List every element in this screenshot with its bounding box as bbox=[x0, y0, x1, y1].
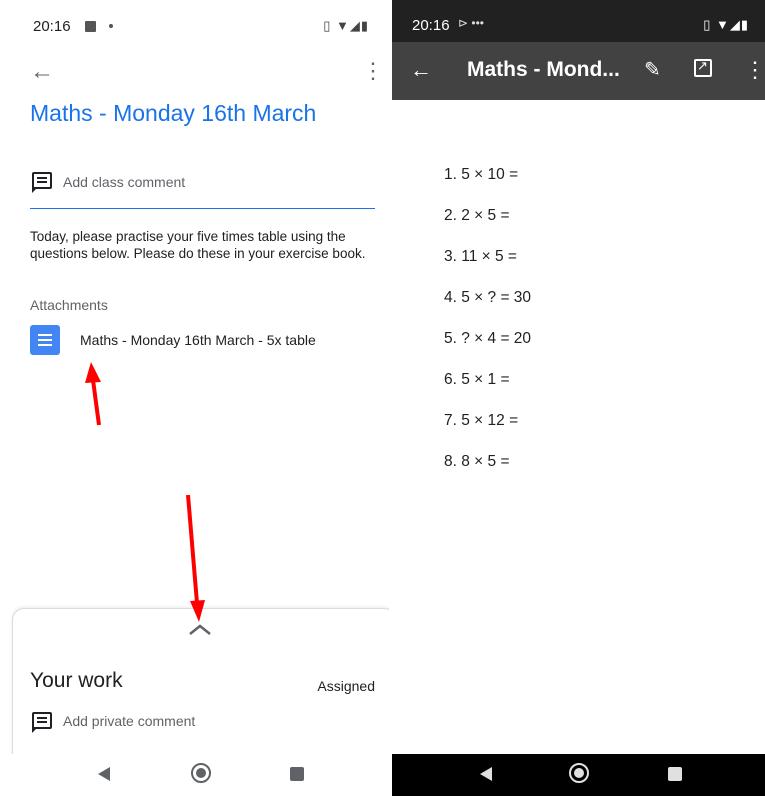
your-work-title: Your work bbox=[30, 669, 123, 692]
chevron-up-icon[interactable] bbox=[189, 623, 211, 635]
system-status-icons: ▯ ▼◢▮ bbox=[703, 17, 749, 32]
nav-recents-icon[interactable] bbox=[668, 767, 682, 781]
question-item: 7. 5 × 12 = bbox=[444, 412, 519, 429]
navigation-bar bbox=[0, 754, 389, 796]
assignment-title: Maths - Monday 16th March bbox=[30, 100, 317, 126]
notification-dot-icon bbox=[109, 24, 113, 28]
question-item: 2. 2 × 5 = bbox=[444, 207, 510, 224]
docs-icon bbox=[30, 325, 60, 355]
cast-icon: ⊳ ••• bbox=[458, 16, 484, 30]
private-comment-field[interactable]: Add private comment bbox=[63, 713, 195, 729]
attachment-name: Maths - Monday 16th March - 5x table bbox=[80, 332, 316, 348]
nav-home-icon[interactable] bbox=[191, 763, 211, 783]
comment-icon bbox=[32, 172, 52, 193]
question-item: 1. 5 × 10 = bbox=[444, 166, 519, 183]
class-comment-field[interactable]: Add class comment bbox=[30, 170, 375, 209]
status-time: 20:16 bbox=[412, 17, 450, 34]
questions-list: 1. 5 × 10 = 2. 2 × 5 = 3. 11 × 5 = 4. 5 … bbox=[444, 166, 531, 494]
nav-back-icon[interactable] bbox=[480, 767, 492, 781]
more-vert-icon[interactable]: ⋮ bbox=[362, 58, 384, 84]
attachment-item[interactable]: Maths - Monday 16th March - 5x table bbox=[30, 325, 380, 357]
assignment-description: Today, please practise your five times t… bbox=[30, 229, 366, 261]
back-arrow-icon[interactable]: ← bbox=[410, 57, 432, 83]
document-title: Maths - Mond... bbox=[467, 58, 620, 81]
work-status: Assigned bbox=[317, 678, 375, 694]
question-item: 4. 5 × ? = 30 bbox=[444, 289, 532, 306]
your-work-sheet[interactable]: Your work Assigned Add private comment bbox=[12, 608, 389, 770]
question-item: 3. 11 × 5 = bbox=[444, 248, 517, 265]
edit-pencil-icon[interactable]: ✎ bbox=[644, 57, 661, 82]
doc-viewer-screen: 20:16 ⊳ ••• ▯ ▼◢▮ ← Maths - Mond... ✎ ⋮ … bbox=[392, 0, 765, 796]
question-item: 5. ? × 4 = 20 bbox=[444, 330, 532, 347]
status-time: 20:16 bbox=[33, 18, 71, 35]
attachments-heading: Attachments bbox=[30, 297, 108, 313]
class-comment-placeholder: Add class comment bbox=[63, 174, 186, 190]
nav-back-icon[interactable] bbox=[98, 767, 110, 781]
nav-home-icon[interactable] bbox=[569, 763, 589, 783]
question-item: 6. 5 × 1 = bbox=[444, 371, 510, 388]
question-item: 8. 8 × 5 = bbox=[444, 453, 510, 470]
nav-recents-icon[interactable] bbox=[290, 767, 304, 781]
comment-icon bbox=[32, 712, 52, 733]
system-status-icons: ▯ ▼◢▮ bbox=[323, 18, 369, 33]
status-bar: 20:16 ⊳ ••• ▯ ▼◢▮ bbox=[392, 0, 765, 42]
navigation-bar bbox=[392, 754, 765, 796]
classroom-assignment-screen: 20:16 ▯ ▼◢▮ ← ⋮ Maths - Monday 16th Marc… bbox=[0, 0, 389, 796]
image-icon bbox=[85, 21, 96, 32]
status-bar: 20:16 ▯ ▼◢▮ bbox=[0, 0, 389, 50]
open-external-icon[interactable] bbox=[694, 58, 712, 77]
more-vert-icon[interactable]: ⋮ bbox=[744, 57, 765, 83]
app-bar: ← Maths - Mond... ✎ ⋮ bbox=[392, 42, 765, 100]
back-arrow-icon[interactable]: ← bbox=[30, 58, 54, 86]
